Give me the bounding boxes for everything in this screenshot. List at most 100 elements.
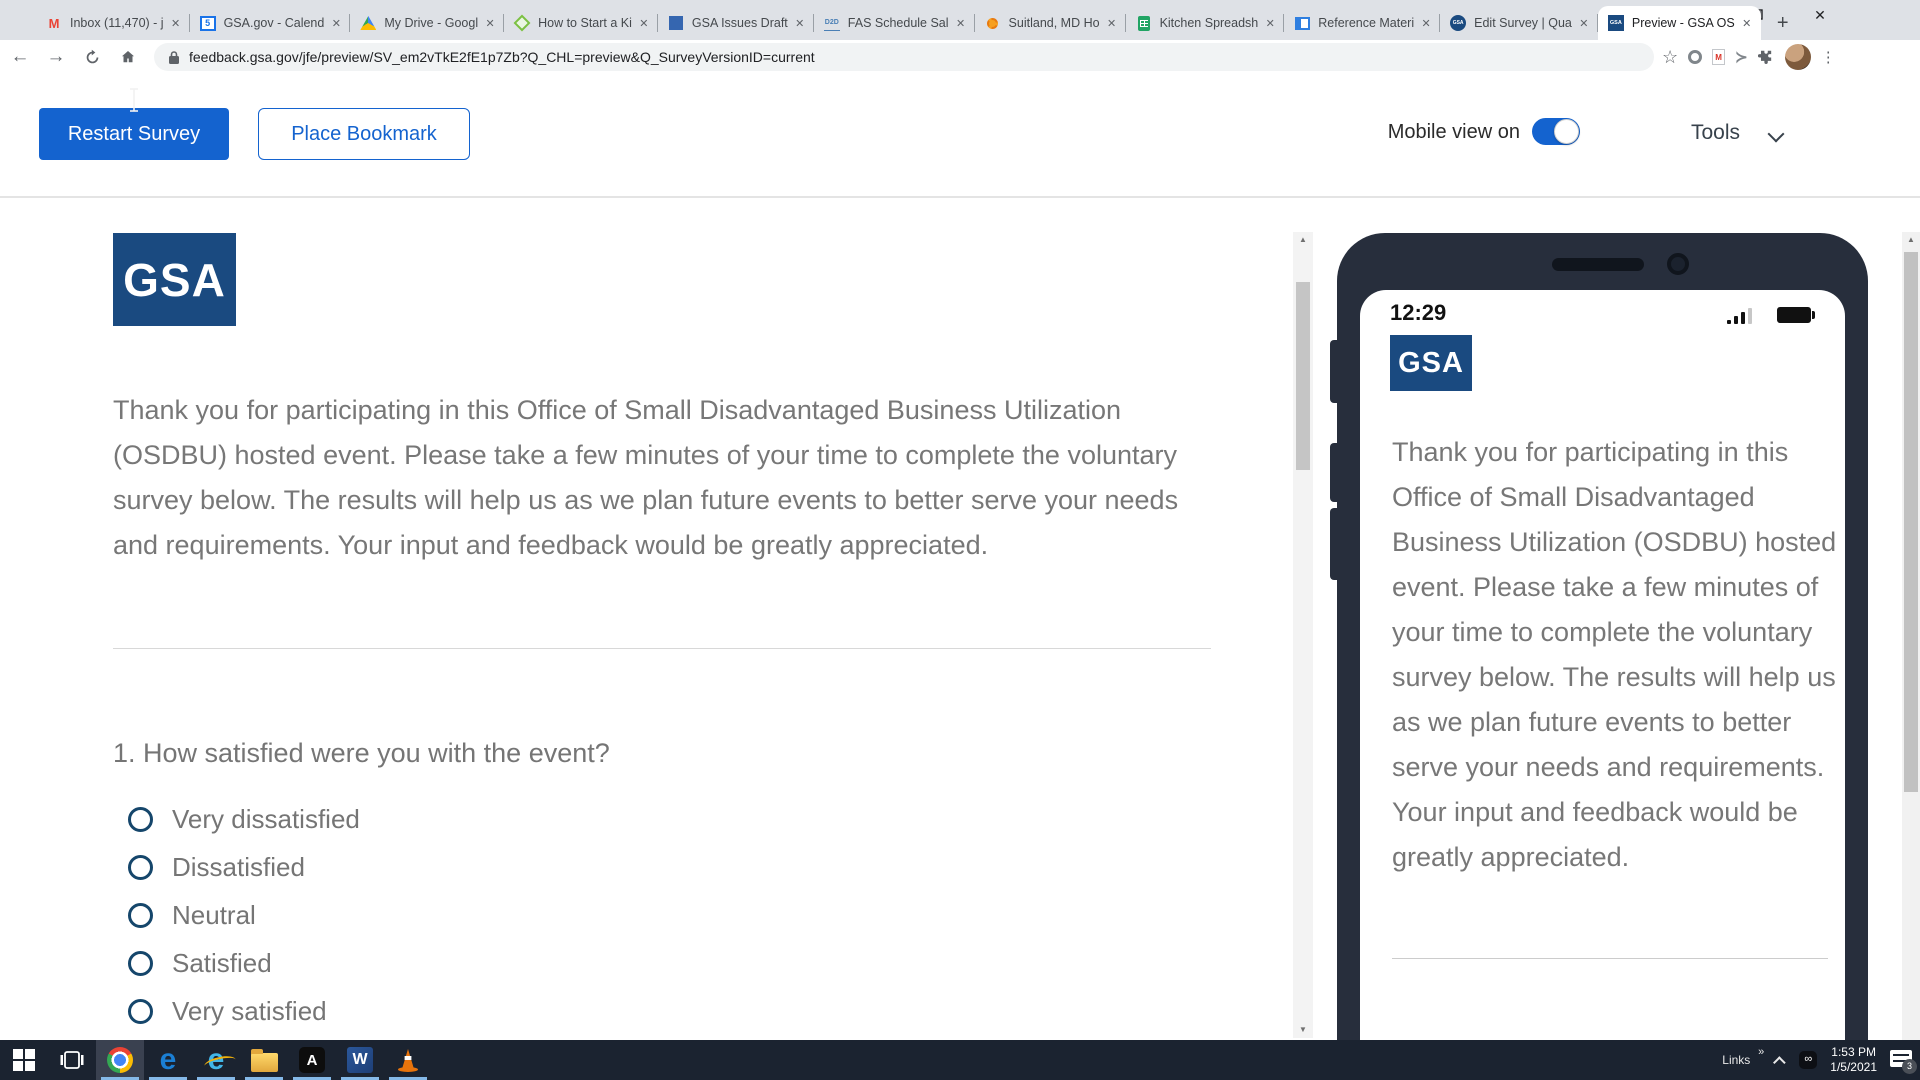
- scroll-up-icon[interactable]: ▲: [1902, 232, 1920, 248]
- option-label: Dissatisfied: [172, 852, 305, 883]
- taskbar-edge[interactable]: e: [144, 1040, 192, 1080]
- mobile-view-toggle[interactable]: [1532, 118, 1580, 145]
- radio-icon[interactable]: [128, 807, 153, 832]
- page-scrollbar[interactable]: ▲: [1902, 232, 1920, 1040]
- battery-icon: [1777, 307, 1811, 323]
- scroll-down-icon[interactable]: ▼: [1293, 1022, 1313, 1038]
- mobile-phone-mockup: 12:29 GSA Thank you for participating in…: [1337, 233, 1868, 1040]
- taskbar-clock[interactable]: 1:53 PM 1/5/2021: [1830, 1045, 1877, 1075]
- tab-gsa-issues[interactable]: GSA Issues Draft ✕: [658, 6, 814, 40]
- place-bookmark-button[interactable]: Place Bookmark: [258, 108, 470, 160]
- back-icon[interactable]: ←: [4, 43, 36, 71]
- taskbar-file-explorer[interactable]: [240, 1040, 288, 1080]
- tab-close-icon[interactable]: ✕: [328, 17, 344, 30]
- restart-survey-button[interactable]: Restart Survey: [39, 108, 229, 160]
- taskbar-word[interactable]: W: [336, 1040, 384, 1080]
- tab-title: FAS Schedule Sal: [848, 16, 949, 30]
- tab-close-icon[interactable]: ✕: [1739, 17, 1755, 30]
- tab-gmail-inbox[interactable]: M Inbox (11,470) - j ✕: [36, 6, 190, 40]
- taskbar-chrome[interactable]: [96, 1040, 144, 1080]
- option-very-dissatisfied[interactable]: Very dissatisfied: [128, 806, 360, 832]
- notification-center-button[interactable]: 3: [1890, 1049, 1914, 1071]
- scroll-up-icon[interactable]: ▲: [1293, 232, 1313, 248]
- taskbar-internet-explorer[interactable]: e: [192, 1040, 240, 1080]
- radio-icon[interactable]: [128, 951, 153, 976]
- edge-icon: e: [160, 1047, 177, 1073]
- phone-status-time: 12:29: [1390, 300, 1446, 326]
- preview-scrollbar[interactable]: ▲ ▼: [1293, 232, 1313, 1038]
- toolbar-right-icons: ☆ M ≻ ⋮: [1662, 44, 1846, 70]
- extension-share-icon[interactable]: ≻: [1735, 48, 1748, 66]
- option-very-satisfied[interactable]: Very satisfied: [128, 998, 360, 1024]
- tab-close-icon[interactable]: ✕: [1104, 17, 1120, 30]
- survey-intro-text: Thank you for participating in this Offi…: [113, 388, 1188, 568]
- task-view-button[interactable]: [48, 1040, 96, 1080]
- lock-icon: [168, 50, 180, 65]
- tab-title: Inbox (11,470) - j: [70, 16, 164, 30]
- tab-close-icon[interactable]: ✕: [1418, 17, 1434, 30]
- tab-title: GSA Issues Draft: [692, 16, 788, 30]
- radio-icon[interactable]: [128, 903, 153, 928]
- radio-icon[interactable]: [128, 999, 153, 1024]
- chrome-menu-icon[interactable]: ⋮: [1821, 48, 1836, 66]
- home-icon[interactable]: [112, 43, 144, 71]
- tools-menu[interactable]: Tools: [1691, 121, 1740, 145]
- links-expand-icon[interactable]: »: [1758, 1046, 1764, 1058]
- radio-icon[interactable]: [128, 855, 153, 880]
- extension-gmail-doc-icon[interactable]: M: [1712, 49, 1725, 65]
- tab-how-to-start[interactable]: How to Start a Ki ✕: [504, 6, 658, 40]
- option-neutral[interactable]: Neutral: [128, 902, 360, 928]
- extensions-puzzle-icon[interactable]: [1758, 49, 1775, 66]
- phone-camera: [1667, 253, 1689, 275]
- address-bar[interactable]: feedback.gsa.gov/jfe/preview/SV_em2vTkE2…: [154, 43, 1654, 71]
- preview-header: Restart Survey Place Bookmark Mobile vie…: [0, 74, 1920, 198]
- tab-suitland-weather[interactable]: Suitland, MD Ho ✕: [975, 6, 1126, 40]
- bookmark-star-icon[interactable]: ☆: [1662, 47, 1678, 68]
- browser-toolbar: ← → feedback.gsa.gov/jfe/preview/SV_em2v…: [0, 40, 1920, 74]
- tab-title: How to Start a Ki: [538, 16, 632, 30]
- gsa-circle-icon: GSA: [1450, 15, 1466, 31]
- tab-title: Reference Materi: [1318, 16, 1414, 30]
- tab-close-icon[interactable]: ✕: [636, 17, 652, 30]
- tab-gsa-calendar[interactable]: 5 GSA.gov - Calend ✕: [190, 6, 351, 40]
- tab-edit-survey[interactable]: GSA Edit Survey | Qua ✕: [1440, 6, 1598, 40]
- extension-circle-icon[interactable]: [1688, 50, 1702, 64]
- chrome-icon: [107, 1047, 133, 1073]
- tab-preview-gsa-active[interactable]: GSA Preview - GSA OS ✕: [1598, 6, 1761, 40]
- taskbar-acrobat[interactable]: A: [288, 1040, 336, 1080]
- links-toolbar[interactable]: Links »: [1722, 1053, 1764, 1067]
- tab-close-icon[interactable]: ✕: [482, 17, 498, 30]
- tab-close-icon[interactable]: ✕: [168, 17, 184, 30]
- option-satisfied[interactable]: Satisfied: [128, 950, 360, 976]
- profile-avatar[interactable]: [1785, 44, 1811, 70]
- internet-explorer-icon: e: [208, 1047, 225, 1073]
- tab-my-drive[interactable]: My Drive - Googl ✕: [350, 6, 504, 40]
- phone-side-button: [1330, 443, 1339, 502]
- gsa-logo-mobile: GSA: [1390, 335, 1472, 391]
- tab-close-icon[interactable]: ✕: [953, 17, 969, 30]
- tab-close-icon[interactable]: ✕: [792, 17, 808, 30]
- phone-side-button: [1330, 340, 1339, 403]
- tab-fas-schedule[interactable]: D2D FAS Schedule Sal ✕: [814, 6, 975, 40]
- reload-icon[interactable]: [76, 43, 108, 71]
- scrollbar-thumb[interactable]: [1904, 252, 1918, 792]
- show-hidden-icons-chevron[interactable]: [1773, 1056, 1786, 1069]
- tab-close-icon[interactable]: ✕: [1576, 17, 1592, 30]
- tab-reference-materials[interactable]: Reference Materi ✕: [1284, 6, 1440, 40]
- notification-badge: 3: [1902, 1059, 1917, 1074]
- taskbar-vlc[interactable]: [384, 1040, 432, 1080]
- creative-cloud-icon[interactable]: ∞: [1799, 1051, 1817, 1069]
- tab-close-icon[interactable]: ✕: [1262, 17, 1278, 30]
- tab-kitchen-spreadsheet[interactable]: Kitchen Spreadsh ✕: [1126, 6, 1285, 40]
- file-explorer-icon: [251, 1053, 278, 1072]
- option-dissatisfied[interactable]: Dissatisfied: [128, 854, 360, 880]
- scrollbar-thumb[interactable]: [1296, 282, 1310, 470]
- forward-icon[interactable]: →: [40, 43, 72, 71]
- google-calendar-icon: 5: [200, 16, 216, 31]
- start-button[interactable]: [0, 1040, 48, 1080]
- toggle-knob: [1554, 119, 1579, 144]
- chevron-down-icon[interactable]: [1768, 126, 1785, 143]
- divider: [1392, 958, 1828, 959]
- tab-title: My Drive - Googl: [384, 16, 478, 30]
- close-window-button[interactable]: ✕: [1788, 0, 1852, 30]
